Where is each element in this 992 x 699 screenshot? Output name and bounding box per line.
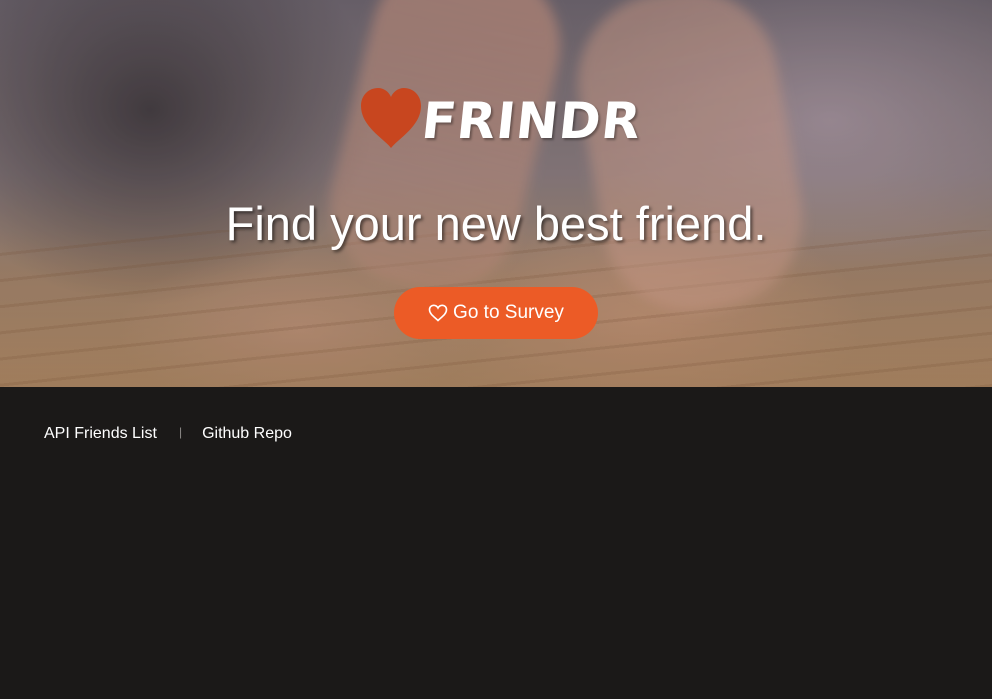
hero-tagline: Find your new best friend. xyxy=(225,197,767,250)
heart-icon xyxy=(361,88,421,148)
site-logo[interactable]: FRINDR xyxy=(358,80,645,150)
logo-wordmark: FRINDR xyxy=(418,92,645,150)
hero-banner: FRINDR Find your new best friend. Go to … xyxy=(0,0,992,387)
footer-separator: | xyxy=(178,425,183,439)
api-friends-list-link[interactable]: API Friends List xyxy=(44,425,157,443)
heart-outline-icon xyxy=(428,304,448,322)
go-to-survey-label: Go to Survey xyxy=(453,302,564,323)
go-to-survey-button[interactable]: Go to Survey xyxy=(394,287,598,339)
footer-nav: API Friends List | Github Repo xyxy=(44,425,292,443)
github-repo-link[interactable]: Github Repo xyxy=(202,425,292,443)
